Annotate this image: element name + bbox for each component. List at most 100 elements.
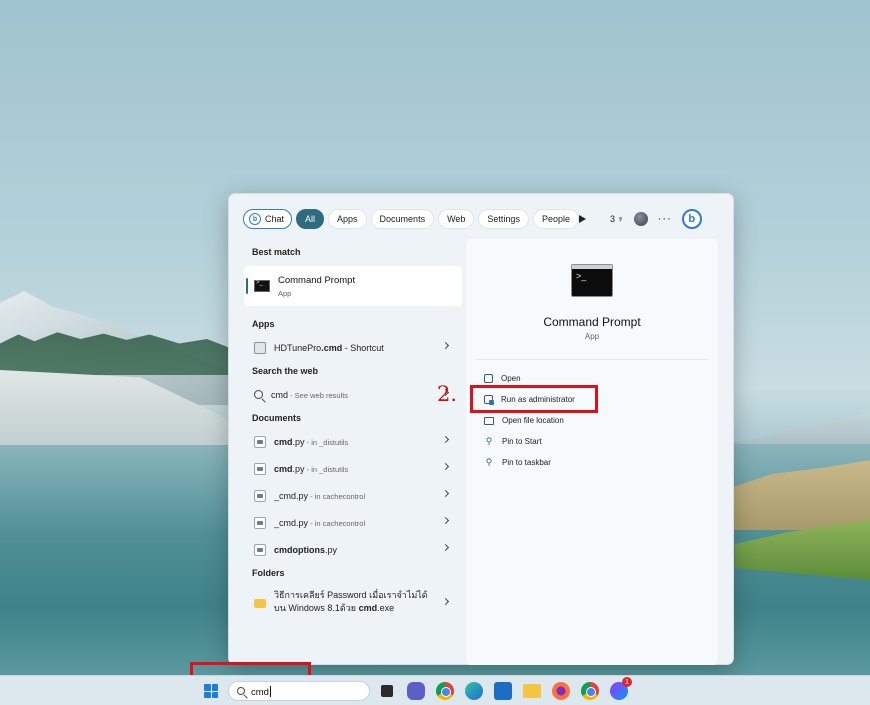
doc-ext: .py xyxy=(325,544,338,555)
python-file-icon xyxy=(254,435,266,448)
taskbar-apps: 1 xyxy=(378,677,632,700)
chevron-right-icon[interactable] xyxy=(441,597,450,606)
firefox-icon[interactable] xyxy=(552,682,570,700)
doc-ext: .py xyxy=(296,517,309,528)
list-item-app[interactable]: HDTunePro.cmd - Shortcut xyxy=(244,334,462,361)
chevron-right-icon[interactable] xyxy=(441,543,450,552)
python-file-icon xyxy=(254,489,266,502)
action-pin-to-start[interactable]: ⚲ Pin to Start xyxy=(484,431,575,452)
play-icon[interactable] xyxy=(579,215,586,223)
doc-location: - in _distutils xyxy=(304,437,349,447)
folder-name-line2: บน Windows 8.1ด้วย xyxy=(274,603,359,613)
list-item-document[interactable]: cmd.py - in _distutils xyxy=(244,455,462,482)
bing-icon[interactable]: b xyxy=(681,209,702,229)
rewards-button[interactable]: 3 ♆ xyxy=(610,214,624,224)
list-item-document[interactable]: _cmd.py - in cachecontrol xyxy=(244,509,462,536)
cmd-icon xyxy=(254,280,270,292)
taskbar-search-box[interactable]: cmd xyxy=(228,681,370,701)
shortcut-icon xyxy=(254,341,266,354)
filter-bar-right: 3 ♆ ··· b xyxy=(579,208,702,230)
folder-name-match: cmd xyxy=(358,603,378,613)
doc-ext: .py xyxy=(292,463,305,474)
annotation-highlight-run-as-admin xyxy=(470,385,598,413)
list-item-web-search[interactable]: cmd - See web results xyxy=(244,381,462,408)
teams-icon[interactable] xyxy=(407,682,425,700)
folder-name-line1: วิธีการเคลียร์ Password เมื่อเราจำไม่ได้ xyxy=(274,589,428,600)
best-match-title: Command Prompt xyxy=(278,274,356,286)
annotation-step-2: 2. xyxy=(437,382,458,406)
python-file-icon xyxy=(254,516,266,529)
chevron-right-icon[interactable] xyxy=(441,435,450,444)
python-file-icon xyxy=(254,462,266,475)
text-caret xyxy=(269,686,271,697)
filter-documents[interactable]: Documents xyxy=(370,209,435,229)
action-pin-to-taskbar[interactable]: ⚲ Pin to taskbar xyxy=(484,452,575,473)
chrome-icon[interactable] xyxy=(436,682,454,700)
chevron-right-icon[interactable] xyxy=(441,462,450,471)
list-item-folder[interactable]: วิธีการเคลียร์ Password เมื่อเราจำไม่ได้… xyxy=(244,583,462,621)
doc-name: cmdoptions xyxy=(274,544,325,555)
app-name: HDTunePro xyxy=(274,342,322,353)
windows-start-icon[interactable] xyxy=(204,684,218,698)
folder-name-ext: .exe xyxy=(377,603,395,613)
taskbar-search-input[interactable]: cmd xyxy=(251,686,271,698)
best-match-command-prompt[interactable]: Command Prompt App xyxy=(244,266,462,306)
avatar-icon[interactable] xyxy=(633,212,648,226)
task-view-icon[interactable] xyxy=(381,685,393,697)
trophy-icon: ♆ xyxy=(617,214,624,224)
search-icon xyxy=(237,687,245,695)
rewards-count: 3 xyxy=(610,214,616,224)
search-value: cmd xyxy=(251,687,269,698)
chevron-right-icon[interactable] xyxy=(441,489,450,498)
folders-header: Folders xyxy=(252,568,285,578)
file-explorer-icon[interactable] xyxy=(523,684,541,698)
doc-ext: .py xyxy=(296,490,309,501)
messenger-icon[interactable]: 1 xyxy=(610,677,632,700)
search-icon xyxy=(254,390,263,399)
python-file-icon xyxy=(254,543,266,556)
edge-icon[interactable] xyxy=(465,682,483,700)
chrome-icon[interactable] xyxy=(581,682,599,700)
chevron-right-icon[interactable] xyxy=(441,516,450,525)
app-type: - Shortcut xyxy=(342,342,384,353)
filter-chat-label: Chat xyxy=(265,214,285,224)
taskbar: cmd 1 xyxy=(0,675,870,705)
web-header: Search the web xyxy=(252,366,319,376)
filter-chat[interactable]: b Chat xyxy=(243,209,293,229)
action-label: Open xyxy=(501,374,521,383)
doc-location: - in _distutils xyxy=(304,464,349,474)
web-query: cmd xyxy=(271,389,289,400)
mail-icon[interactable] xyxy=(494,682,512,700)
start-search-panel: b Chat All Apps Documents Web Settings P… xyxy=(228,193,734,665)
cmd-icon xyxy=(571,264,613,297)
results-list: Best match Command Prompt App Apps HDTun… xyxy=(244,242,462,621)
bing-icon: b xyxy=(249,213,261,225)
preview-pane: Command Prompt App Open Run as administr… xyxy=(466,239,718,665)
list-item-document[interactable]: cmdoptions.py xyxy=(244,536,462,563)
action-open-file-location[interactable]: Open file location xyxy=(484,410,575,431)
filter-settings[interactable]: Settings xyxy=(478,209,529,229)
doc-location: - in cachecontrol xyxy=(308,491,366,501)
preview-title: Command Prompt xyxy=(543,315,641,329)
doc-name: _cmd xyxy=(274,490,297,501)
more-icon[interactable]: ··· xyxy=(658,213,672,225)
doc-name: cmd xyxy=(274,463,293,474)
apps-header: Apps xyxy=(252,319,275,329)
filter-all[interactable]: All xyxy=(296,209,325,229)
filter-apps[interactable]: Apps xyxy=(328,209,367,229)
preview-subtitle: App xyxy=(584,332,600,341)
divider xyxy=(476,359,708,360)
web-hint: - See web results xyxy=(288,390,349,400)
doc-name: cmd xyxy=(274,436,293,447)
folder-icon xyxy=(484,416,494,425)
filter-web[interactable]: Web xyxy=(438,209,475,229)
filter-people[interactable]: People xyxy=(532,209,579,229)
doc-ext: .py xyxy=(292,436,305,447)
best-match-subtitle: App xyxy=(278,288,292,298)
chevron-right-icon[interactable] xyxy=(441,341,450,350)
search-filter-bar: b Chat All Apps Documents Web Settings P… xyxy=(243,208,579,230)
action-label: Pin to Start xyxy=(502,437,542,446)
folder-icon xyxy=(254,598,266,608)
list-item-document[interactable]: _cmd.py - in cachecontrol xyxy=(244,482,462,509)
list-item-document[interactable]: cmd.py - in _distutils xyxy=(244,428,462,455)
